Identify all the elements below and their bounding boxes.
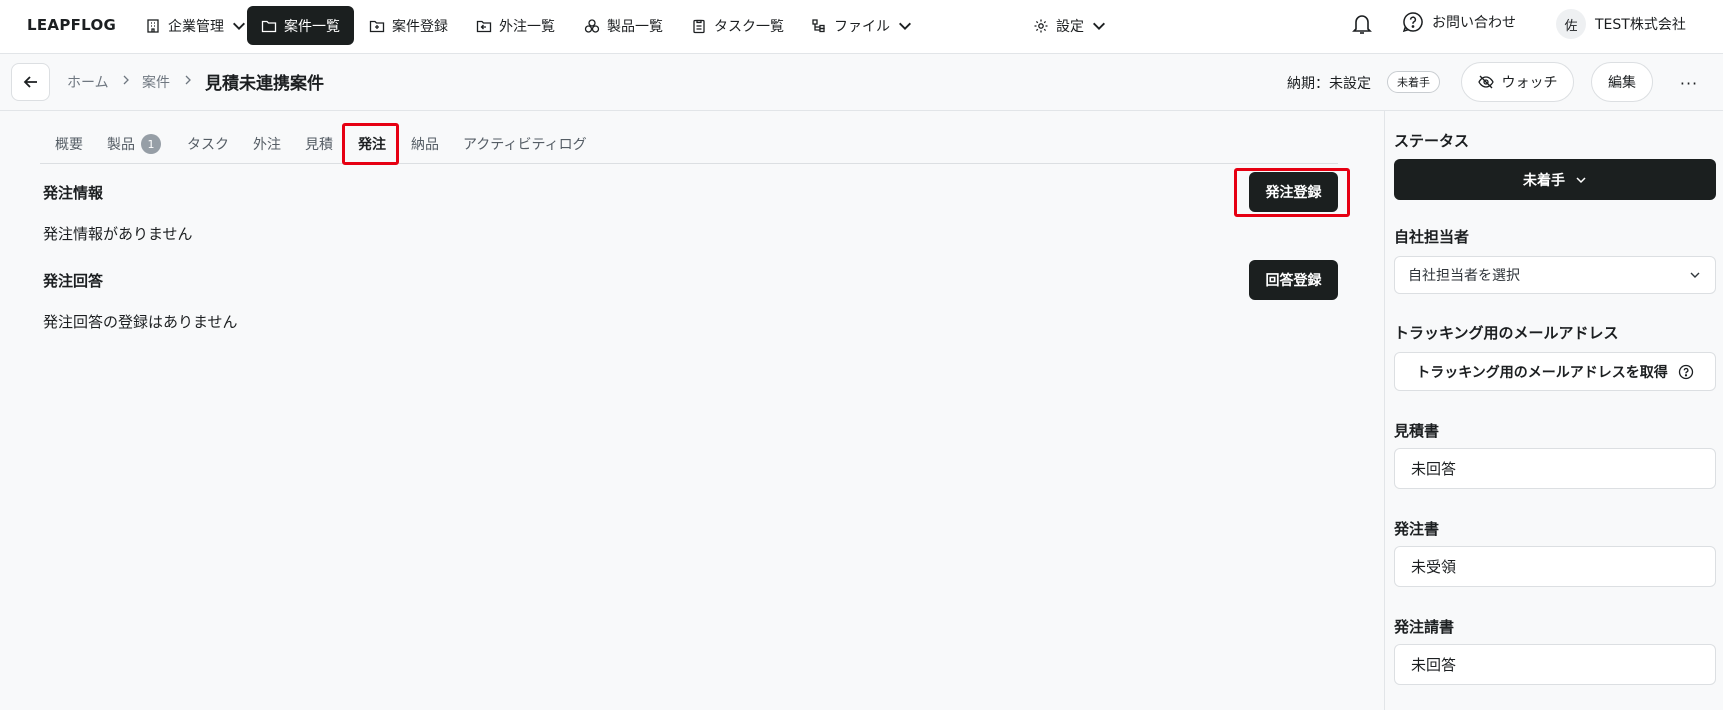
tab-label: 外注	[253, 137, 281, 153]
clipboard-icon	[693, 19, 705, 33]
tab-label: タスク	[187, 137, 229, 153]
estimate-value[interactable]: 未回答	[1394, 448, 1716, 489]
order-info-empty-text: 発注情報がありません	[43, 225, 193, 243]
bell-icon[interactable]	[1351, 12, 1373, 36]
nav-label: ファイル	[834, 18, 890, 35]
nav-label: 外注一覧	[499, 18, 555, 35]
chevron-down-icon	[1576, 176, 1586, 183]
nav-outsource-list[interactable]: 外注一覧	[462, 6, 569, 45]
folder-icon	[261, 20, 277, 32]
app-logo[interactable]: LEAPFLOG	[27, 16, 116, 34]
help-circle-icon[interactable]	[1678, 364, 1694, 380]
back-button[interactable]	[11, 63, 50, 101]
assignee-select[interactable]: 自社担当者を選択	[1394, 256, 1716, 294]
breadcrumb-home[interactable]: ホーム	[67, 72, 109, 92]
nav-label: 案件一覧	[284, 18, 340, 35]
status-select[interactable]: 未着手	[1394, 159, 1716, 200]
chevron-down-icon	[1093, 22, 1105, 30]
breadcrumb-projects[interactable]: 案件	[142, 72, 170, 92]
chevron-right-icon	[185, 75, 191, 85]
folder-plus-icon	[369, 20, 385, 32]
order-register-button[interactable]: 発注登録	[1249, 172, 1338, 212]
tab-order[interactable]: 発注	[358, 124, 386, 164]
status-badge: 未着手	[1387, 71, 1440, 93]
edit-label: 編集	[1608, 75, 1636, 91]
purchase-order-value[interactable]: 未受領	[1394, 546, 1716, 587]
user-menu[interactable]: 佐 TEST株式会社	[1556, 9, 1686, 39]
tab-count-badge: 1	[141, 134, 161, 154]
page-title: 見積未連携案件	[205, 74, 324, 94]
chevron-down-icon	[899, 22, 911, 30]
invoice-label: 発注請書	[1394, 618, 1455, 636]
reply-register-button[interactable]: 回答登録	[1249, 260, 1338, 300]
outsource-icon	[476, 20, 492, 32]
nav-label: 企業管理	[168, 18, 224, 35]
estimate-label: 見積書	[1394, 422, 1440, 440]
chevron-right-icon	[123, 75, 129, 85]
eye-off-icon	[1477, 75, 1494, 89]
chevron-down-icon	[1690, 272, 1700, 278]
tab-label: 見積	[305, 137, 333, 153]
invoice-value[interactable]: 未回答	[1394, 644, 1716, 685]
order-reply-title: 発注回答	[43, 272, 104, 290]
nav-files[interactable]: ファイル	[797, 6, 927, 45]
chevron-down-icon	[233, 22, 245, 30]
tab-bar: 概要 製品 1 タスク 外注 見積 発注 納品 アクティビティログ	[40, 124, 1338, 164]
tab-outsource[interactable]: 外注	[253, 124, 281, 164]
tab-label: 発注	[358, 137, 386, 153]
order-info-title: 発注情報	[43, 184, 104, 202]
watch-label: ウォッチ	[1501, 75, 1558, 91]
nav-settings[interactable]: 設定	[1019, 6, 1121, 45]
tab-products[interactable]: 製品 1	[107, 124, 161, 164]
tab-label: アクティビティログ	[463, 137, 587, 153]
tab-overview[interactable]: 概要	[55, 124, 83, 164]
assignee-label: 自社担当者	[1394, 228, 1470, 246]
avatar: 佐	[1556, 9, 1586, 39]
tab-tasks[interactable]: タスク	[187, 124, 229, 164]
tab-label: 概要	[55, 137, 83, 153]
top-navigation: LEAPFLOG 企業管理 案件一覧 案件登録 外注一覧 製品一覧 タスク一覧 …	[0, 0, 1723, 54]
more-options-button[interactable]: ···	[1677, 71, 1701, 95]
gear-icon	[1034, 19, 1048, 32]
assignee-placeholder: 自社担当者を選択	[1408, 268, 1520, 284]
nav-task-list[interactable]: タスク一覧	[677, 6, 798, 45]
page-header: ホーム 案件 見積未連携案件 納期：未設定 未着手 ウォッチ 編集 ···	[0, 54, 1723, 111]
edit-button[interactable]: 編集	[1591, 62, 1653, 102]
nav-project-list[interactable]: 案件一覧	[247, 6, 354, 45]
building-icon	[147, 18, 159, 33]
nav-label: 製品一覧	[607, 18, 663, 35]
deadline-text: 納期：未設定	[1287, 76, 1371, 92]
nav-label: タスク一覧	[714, 18, 784, 35]
status-label: ステータス	[1394, 132, 1470, 150]
tab-label: 製品	[107, 137, 135, 153]
nav-company-management[interactable]: 企業管理	[131, 6, 261, 45]
tab-estimate[interactable]: 見積	[305, 124, 333, 164]
purchase-order-label: 発注書	[1394, 520, 1440, 538]
tab-label: 納品	[411, 137, 439, 153]
contact-link[interactable]: お問い合わせ	[1402, 11, 1516, 33]
tab-activity-log[interactable]: アクティビティログ	[463, 124, 587, 164]
order-reply-empty-text: 発注回答の登録はありません	[43, 313, 238, 331]
status-value: 未着手	[1523, 172, 1565, 189]
help-bubble-icon	[1402, 12, 1423, 33]
arrow-left-icon	[23, 76, 37, 88]
nav-label: 案件登録	[392, 18, 448, 35]
file-tree-icon	[812, 18, 825, 32]
get-tracking-email-button[interactable]: トラッキング用のメールアドレスを取得	[1394, 352, 1716, 391]
tracking-button-label: トラッキング用のメールアドレスを取得	[1416, 364, 1668, 381]
nav-product-list[interactable]: 製品一覧	[570, 6, 677, 45]
tracking-label: トラッキング用のメールアドレス	[1394, 324, 1619, 342]
tab-delivery[interactable]: 納品	[411, 124, 439, 164]
boxes-icon	[584, 18, 600, 33]
company-name: TEST株式会社	[1595, 17, 1686, 33]
contact-label: お問い合わせ	[1432, 15, 1516, 31]
nav-label: 設定	[1056, 18, 1084, 35]
nav-project-register[interactable]: 案件登録	[355, 6, 462, 45]
watch-button[interactable]: ウォッチ	[1461, 62, 1574, 102]
